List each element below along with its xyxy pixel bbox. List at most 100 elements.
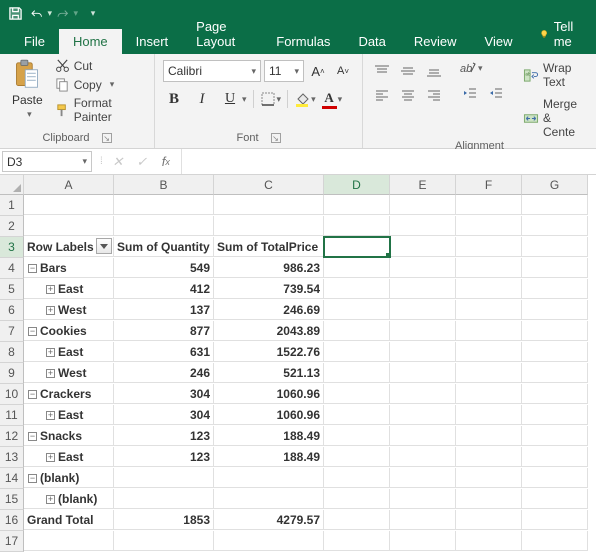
column-header[interactable]: B (114, 175, 214, 195)
cell[interactable] (24, 531, 114, 551)
cell[interactable] (456, 405, 522, 425)
cell[interactable]: 123 (114, 447, 214, 467)
cell[interactable] (324, 258, 390, 278)
cell[interactable] (390, 237, 456, 257)
row-header[interactable]: 9 (0, 363, 24, 384)
cell[interactable] (522, 321, 588, 341)
row-header[interactable]: 1 (0, 195, 24, 216)
redo-icon[interactable]: ▾ (56, 3, 78, 25)
cell[interactable] (324, 279, 390, 299)
cell[interactable] (114, 216, 214, 236)
cell[interactable] (390, 384, 456, 404)
cut-button[interactable]: Cut (53, 57, 146, 74)
cell[interactable]: 246 (114, 363, 214, 383)
font-size-select[interactable]: 11▾ (264, 60, 304, 82)
row-header[interactable]: 10 (0, 384, 24, 405)
cell[interactable] (390, 321, 456, 341)
row-header[interactable]: 4 (0, 258, 24, 279)
enter-icon[interactable]: ✓ (133, 153, 151, 171)
cell[interactable]: +West (24, 363, 114, 383)
cell[interactable] (324, 468, 390, 488)
cell[interactable] (390, 258, 456, 278)
column-header[interactable]: C (214, 175, 324, 195)
cell[interactable]: 304 (114, 405, 214, 425)
cell[interactable] (214, 531, 324, 551)
collapse-icon[interactable]: − (28, 432, 37, 441)
cell[interactable]: 521.13 (214, 363, 324, 383)
cell[interactable]: 631 (114, 342, 214, 362)
expand-icon[interactable]: + (46, 348, 55, 357)
cell[interactable]: 1060.96 (214, 405, 324, 425)
cell[interactable]: +East (24, 447, 114, 467)
font-name-select[interactable]: Calibri▾ (163, 60, 261, 82)
cell[interactable] (24, 195, 114, 215)
cell[interactable] (522, 363, 588, 383)
column-header[interactable]: D (324, 175, 390, 195)
cell[interactable] (390, 342, 456, 362)
row-header[interactable]: 14 (0, 468, 24, 489)
cell[interactable]: Grand Total (24, 510, 114, 530)
tab-insert[interactable]: Insert (122, 29, 183, 54)
cell[interactable] (390, 279, 456, 299)
cell[interactable] (522, 342, 588, 362)
cell[interactable]: 1853 (114, 510, 214, 530)
cell[interactable] (456, 531, 522, 551)
cell[interactable] (214, 468, 324, 488)
row-header[interactable]: 3 (0, 237, 24, 258)
row-header[interactable]: 13 (0, 447, 24, 468)
tab-view[interactable]: View (471, 29, 527, 54)
cell[interactable] (324, 195, 390, 215)
cell[interactable] (214, 195, 324, 215)
column-header[interactable]: G (522, 175, 588, 195)
cell[interactable] (214, 216, 324, 236)
cell[interactable] (114, 489, 214, 509)
fx-icon[interactable]: fx (157, 153, 175, 171)
cell[interactable] (522, 489, 588, 509)
cell[interactable]: 739.54 (214, 279, 324, 299)
cell[interactable] (114, 468, 214, 488)
expand-icon[interactable]: + (46, 495, 55, 504)
cell[interactable] (324, 216, 390, 236)
cell[interactable] (390, 531, 456, 551)
expand-icon[interactable]: + (46, 369, 55, 378)
format-painter-button[interactable]: Format Painter (53, 95, 146, 125)
cell[interactable]: 4279.57 (214, 510, 324, 530)
row-header[interactable]: 5 (0, 279, 24, 300)
cell[interactable]: 1060.96 (214, 384, 324, 404)
save-icon[interactable] (4, 3, 26, 25)
increase-indent-icon[interactable] (485, 82, 507, 104)
align-left-icon[interactable] (371, 84, 393, 106)
spreadsheet-grid[interactable]: ABCDEFG123Row LabelsSum of QuantitySum o… (0, 175, 596, 552)
name-box[interactable]: D3 ▾ (2, 151, 92, 172)
cell[interactable] (522, 279, 588, 299)
cell[interactable] (214, 489, 324, 509)
cell[interactable] (324, 384, 390, 404)
cell[interactable]: 188.49 (214, 447, 324, 467)
row-header[interactable]: 2 (0, 216, 24, 237)
column-header[interactable]: F (456, 175, 522, 195)
cell[interactable] (522, 510, 588, 530)
row-header[interactable]: 7 (0, 321, 24, 342)
cell[interactable] (390, 510, 456, 530)
row-header[interactable]: 12 (0, 426, 24, 447)
cell[interactable] (324, 342, 390, 362)
cell[interactable] (456, 300, 522, 320)
cell[interactable] (114, 195, 214, 215)
cell[interactable] (522, 300, 588, 320)
formula-input[interactable] (182, 149, 596, 174)
cell[interactable] (522, 468, 588, 488)
cell[interactable] (456, 279, 522, 299)
row-header[interactable]: 15 (0, 489, 24, 510)
cell[interactable] (390, 426, 456, 446)
cell[interactable]: +(blank) (24, 489, 114, 509)
cell[interactable] (324, 531, 390, 551)
row-header[interactable]: 11 (0, 405, 24, 426)
font-color-button[interactable]: A▾ (322, 90, 343, 109)
cell[interactable]: 188.49 (214, 426, 324, 446)
italic-button[interactable]: I (191, 88, 213, 110)
cell[interactable]: Sum of TotalPrice (214, 237, 324, 257)
cell[interactable] (390, 363, 456, 383)
select-all-corner[interactable] (0, 175, 24, 195)
underline-button[interactable]: U▾ (219, 88, 247, 110)
column-header[interactable]: A (24, 175, 114, 195)
